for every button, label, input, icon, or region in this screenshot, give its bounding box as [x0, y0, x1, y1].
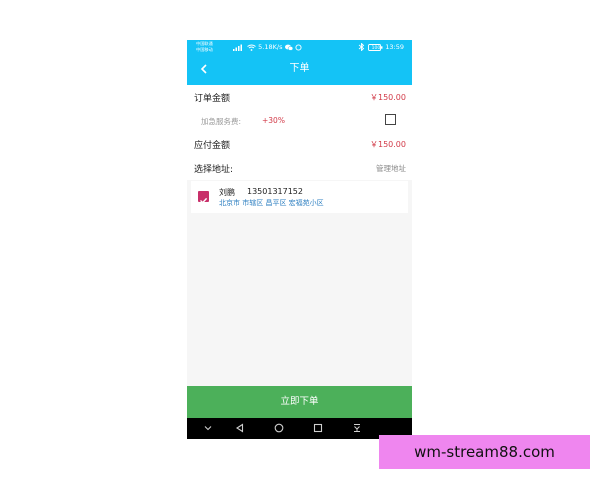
- network-speed: 5.18K/s: [258, 43, 283, 51]
- rush-fee-checkbox[interactable]: [385, 114, 396, 125]
- carrier-top: 中国联通: [196, 41, 213, 46]
- order-content: 订单金额 ￥150.00 加急服务费: +30% 应付金额 ￥150.00 选择…: [187, 85, 412, 386]
- status-middle: 5.18K/s: [233, 43, 302, 51]
- wifi-icon: [247, 44, 256, 51]
- back-triangle-icon[interactable]: [235, 423, 245, 433]
- collapse-icon[interactable]: [203, 423, 213, 433]
- notification-pull-icon[interactable]: [352, 423, 362, 433]
- payable-amount-value: ￥150.00: [370, 140, 406, 149]
- rush-fee-label: 加急服务费:: [201, 117, 242, 126]
- circle-status-icon: [295, 43, 302, 51]
- status-bar: 中国联通 中国移动 5.18K/s 100 13:59: [187, 40, 412, 53]
- carrier-labels: 中国联通 中国移动: [196, 41, 213, 52]
- bluetooth-icon: [359, 43, 365, 51]
- recents-square-icon[interactable]: [313, 423, 323, 433]
- submit-order-button[interactable]: 立即下单: [187, 386, 412, 418]
- address-checkbox[interactable]: [198, 191, 209, 204]
- recipient-name: 刘鹏: [219, 188, 235, 197]
- address-select-row: 选择地址: 管理地址: [187, 156, 412, 179]
- payable-amount-label: 应付金额: [194, 141, 231, 151]
- order-amount-value: ￥150.00: [370, 93, 406, 102]
- order-amount-label: 订单金额: [194, 94, 231, 104]
- recipient-address: 北京市 市辖区 昌平区 宏福苑小区: [219, 199, 324, 207]
- rush-fee-value: +30%: [262, 116, 285, 125]
- battery-level: 100: [371, 46, 381, 51]
- status-right: 100 13:59: [358, 43, 404, 51]
- carrier-bottom: 中国移动: [196, 46, 213, 52]
- manage-address-link[interactable]: 管理地址: [376, 163, 406, 174]
- address-card[interactable]: 刘鹏 13501317152 北京市 市辖区 昌平区 宏福苑小区: [191, 181, 408, 213]
- order-amount-row: 订单金额 ￥150.00: [187, 85, 412, 108]
- phone-screen: 中国联通 中国移动 5.18K/s 100 13:59 下单 订单金额 ￥150…: [187, 40, 412, 439]
- checkmark-icon: [200, 197, 208, 204]
- home-circle-icon[interactable]: [274, 423, 284, 433]
- wechat-icon: [284, 44, 293, 51]
- rush-fee-row[interactable]: 加急服务费: +30%: [187, 109, 412, 132]
- navigation-bar: 下单: [187, 53, 412, 85]
- page-title: 下单: [289, 63, 310, 74]
- signal-icon: [233, 44, 242, 51]
- recipient-phone: 13501317152: [247, 187, 303, 196]
- address-select-label: 选择地址:: [194, 165, 234, 175]
- watermark-banner: wm-stream88.com: [379, 435, 590, 469]
- payable-amount-row: 应付金额 ￥150.00: [187, 132, 412, 155]
- clock: 13:59: [385, 43, 404, 51]
- order-summary-panel: 订单金额 ￥150.00 加急服务费: +30% 应付金额 ￥150.00 选择…: [187, 85, 412, 180]
